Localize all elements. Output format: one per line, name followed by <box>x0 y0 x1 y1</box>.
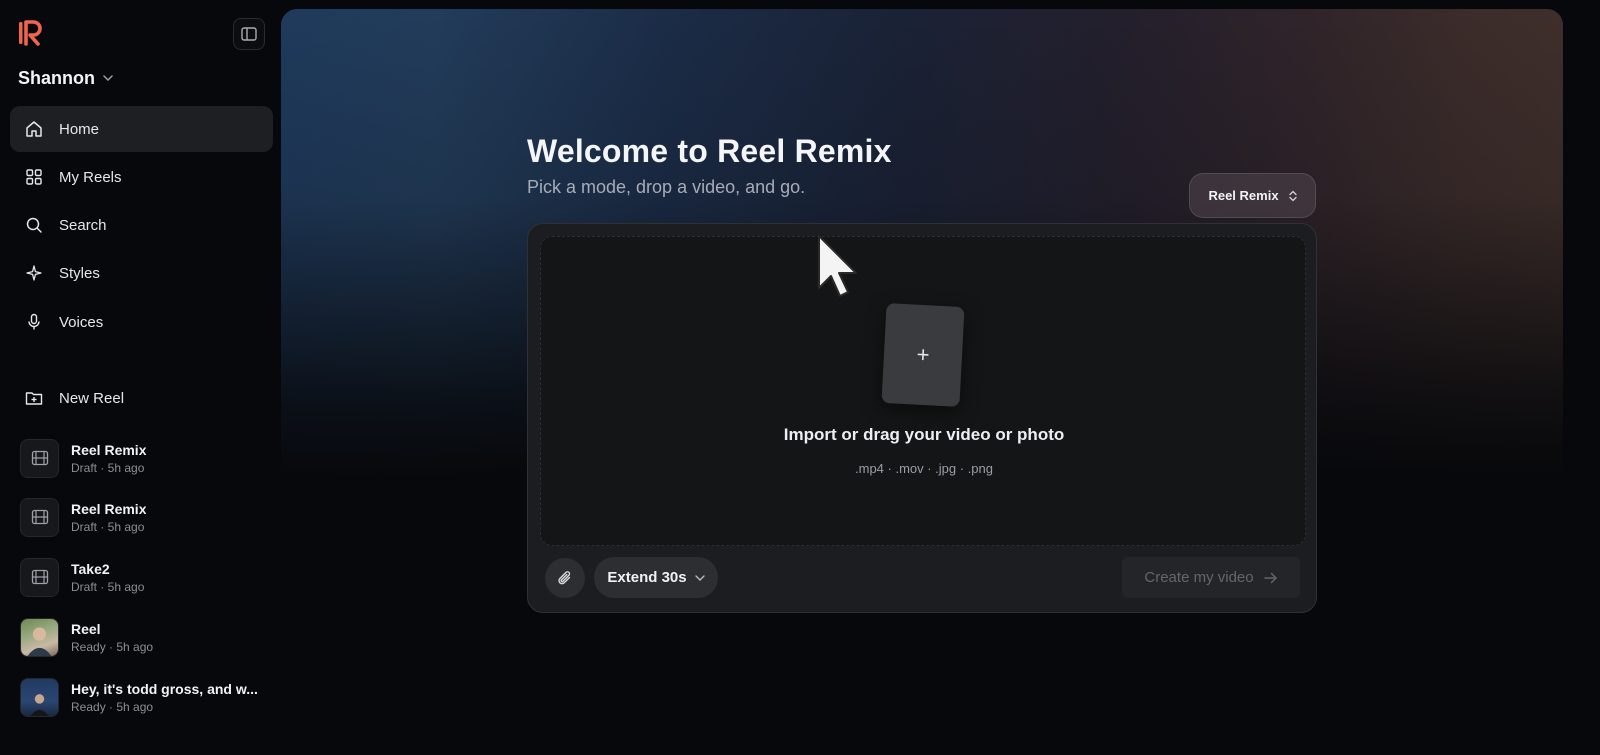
person-photo-icon <box>30 693 49 716</box>
reel-status: Ready · 5h ago <box>71 699 154 714</box>
app-root: Shannon Home My Reels Search Styles Voic… <box>0 0 1600 755</box>
reel-title: Reel Remix <box>71 500 147 517</box>
nav-label-search: Search <box>59 216 107 234</box>
sidebar: Shannon Home My Reels Search Styles Voic… <box>0 0 280 755</box>
attach-button[interactable] <box>545 558 585 598</box>
mode-selector-label: Reel Remix <box>1208 188 1279 203</box>
nav-item-my-reels[interactable]: My Reels <box>10 154 273 200</box>
nav-item-styles[interactable]: Styles <box>10 250 273 296</box>
paperclip-icon <box>558 571 571 585</box>
logo-icon <box>19 20 42 46</box>
photo-thumbnail <box>20 617 59 657</box>
new-reel-label: New Reel <box>59 389 125 407</box>
reel-list-item[interactable]: Reel Ready · 5h ago <box>20 616 275 658</box>
reel-status: Draft · 5h ago <box>71 579 145 594</box>
reel-status: Draft · 5h ago <box>71 519 145 534</box>
chevron-down-icon <box>103 75 113 81</box>
grid-icon <box>26 169 42 185</box>
film-icon <box>31 450 48 466</box>
reel-list-item[interactable]: Hey, it's todd gross, and w... Ready · 5… <box>20 676 275 718</box>
nav-item-home[interactable]: Home <box>10 106 273 152</box>
reel-title: Reel <box>71 620 101 637</box>
extend-duration-dropdown[interactable]: Extend 30s <box>594 557 718 598</box>
nav-item-voices[interactable]: Voices <box>10 299 273 345</box>
chevron-down-icon <box>694 574 705 581</box>
nav-label-styles: Styles <box>59 264 100 282</box>
film-icon <box>31 569 48 585</box>
sidebar-toggle-icon <box>241 27 257 41</box>
reel-list-item[interactable]: Take2 Draft · 5h ago <box>20 556 275 598</box>
app-logo[interactable] <box>18 20 46 46</box>
page-title: Welcome to Reel Remix <box>527 133 892 169</box>
reel-status: Ready · 5h ago <box>71 639 154 654</box>
person-photo-icon <box>27 627 52 656</box>
collapse-sidebar-button[interactable] <box>233 18 265 50</box>
photo-thumbnail <box>20 677 59 717</box>
reel-title: Reel Remix <box>71 441 147 458</box>
new-reel-button[interactable]: New Reel <box>10 375 273 421</box>
nav-label-voices: Voices <box>59 313 104 331</box>
nav-item-search[interactable]: Search <box>10 202 273 248</box>
arrow-right-icon <box>1263 572 1277 583</box>
workspace-switcher[interactable]: Shannon <box>18 66 113 90</box>
sparkle-icon <box>26 265 42 281</box>
reel-thumbnail <box>20 438 59 478</box>
workspace-name: Shannon <box>18 67 95 88</box>
dropzone-title: Import or drag your video or photo <box>783 425 1065 444</box>
chevron-up-down-icon <box>1288 190 1297 201</box>
reel-title: Take2 <box>71 560 110 577</box>
upload-dropzone[interactable]: + Import or drag your video or photo .mp… <box>540 236 1306 546</box>
microphone-icon <box>28 313 40 330</box>
upload-tile[interactable]: + <box>881 303 965 407</box>
page-subtitle: Pick a mode, drop a video, and go. <box>527 177 806 197</box>
dropzone-formats: .mp4 · .mov · .jpg · .png <box>855 461 993 476</box>
reel-thumbnail <box>20 557 59 597</box>
mode-selector[interactable]: Reel Remix <box>1189 173 1316 218</box>
reel-list-item[interactable]: Reel Remix Draft · 5h ago <box>20 496 275 538</box>
reel-list-item[interactable]: Reel Remix Draft · 5h ago <box>20 437 275 479</box>
reel-thumbnail <box>20 497 59 537</box>
extend-label: Extend 30s <box>607 569 687 586</box>
plus-icon: + <box>915 341 931 368</box>
nav-label-home: Home <box>59 120 100 138</box>
nav-label-my-reels: My Reels <box>59 168 122 186</box>
create-label: Create my video <box>1144 569 1254 586</box>
reel-status: Draft · 5h ago <box>71 460 145 475</box>
create-video-button[interactable]: Create my video <box>1122 557 1300 598</box>
composer-card: + Import or drag your video or photo .mp… <box>527 223 1317 613</box>
main-panel: Welcome to Reel Remix Pick a mode, drop … <box>281 9 1563 755</box>
search-icon <box>26 217 42 233</box>
film-icon <box>31 509 48 525</box>
folder-plus-icon <box>25 392 43 405</box>
home-icon <box>26 121 42 137</box>
reel-title: Hey, it's todd gross, and w... <box>71 680 258 697</box>
